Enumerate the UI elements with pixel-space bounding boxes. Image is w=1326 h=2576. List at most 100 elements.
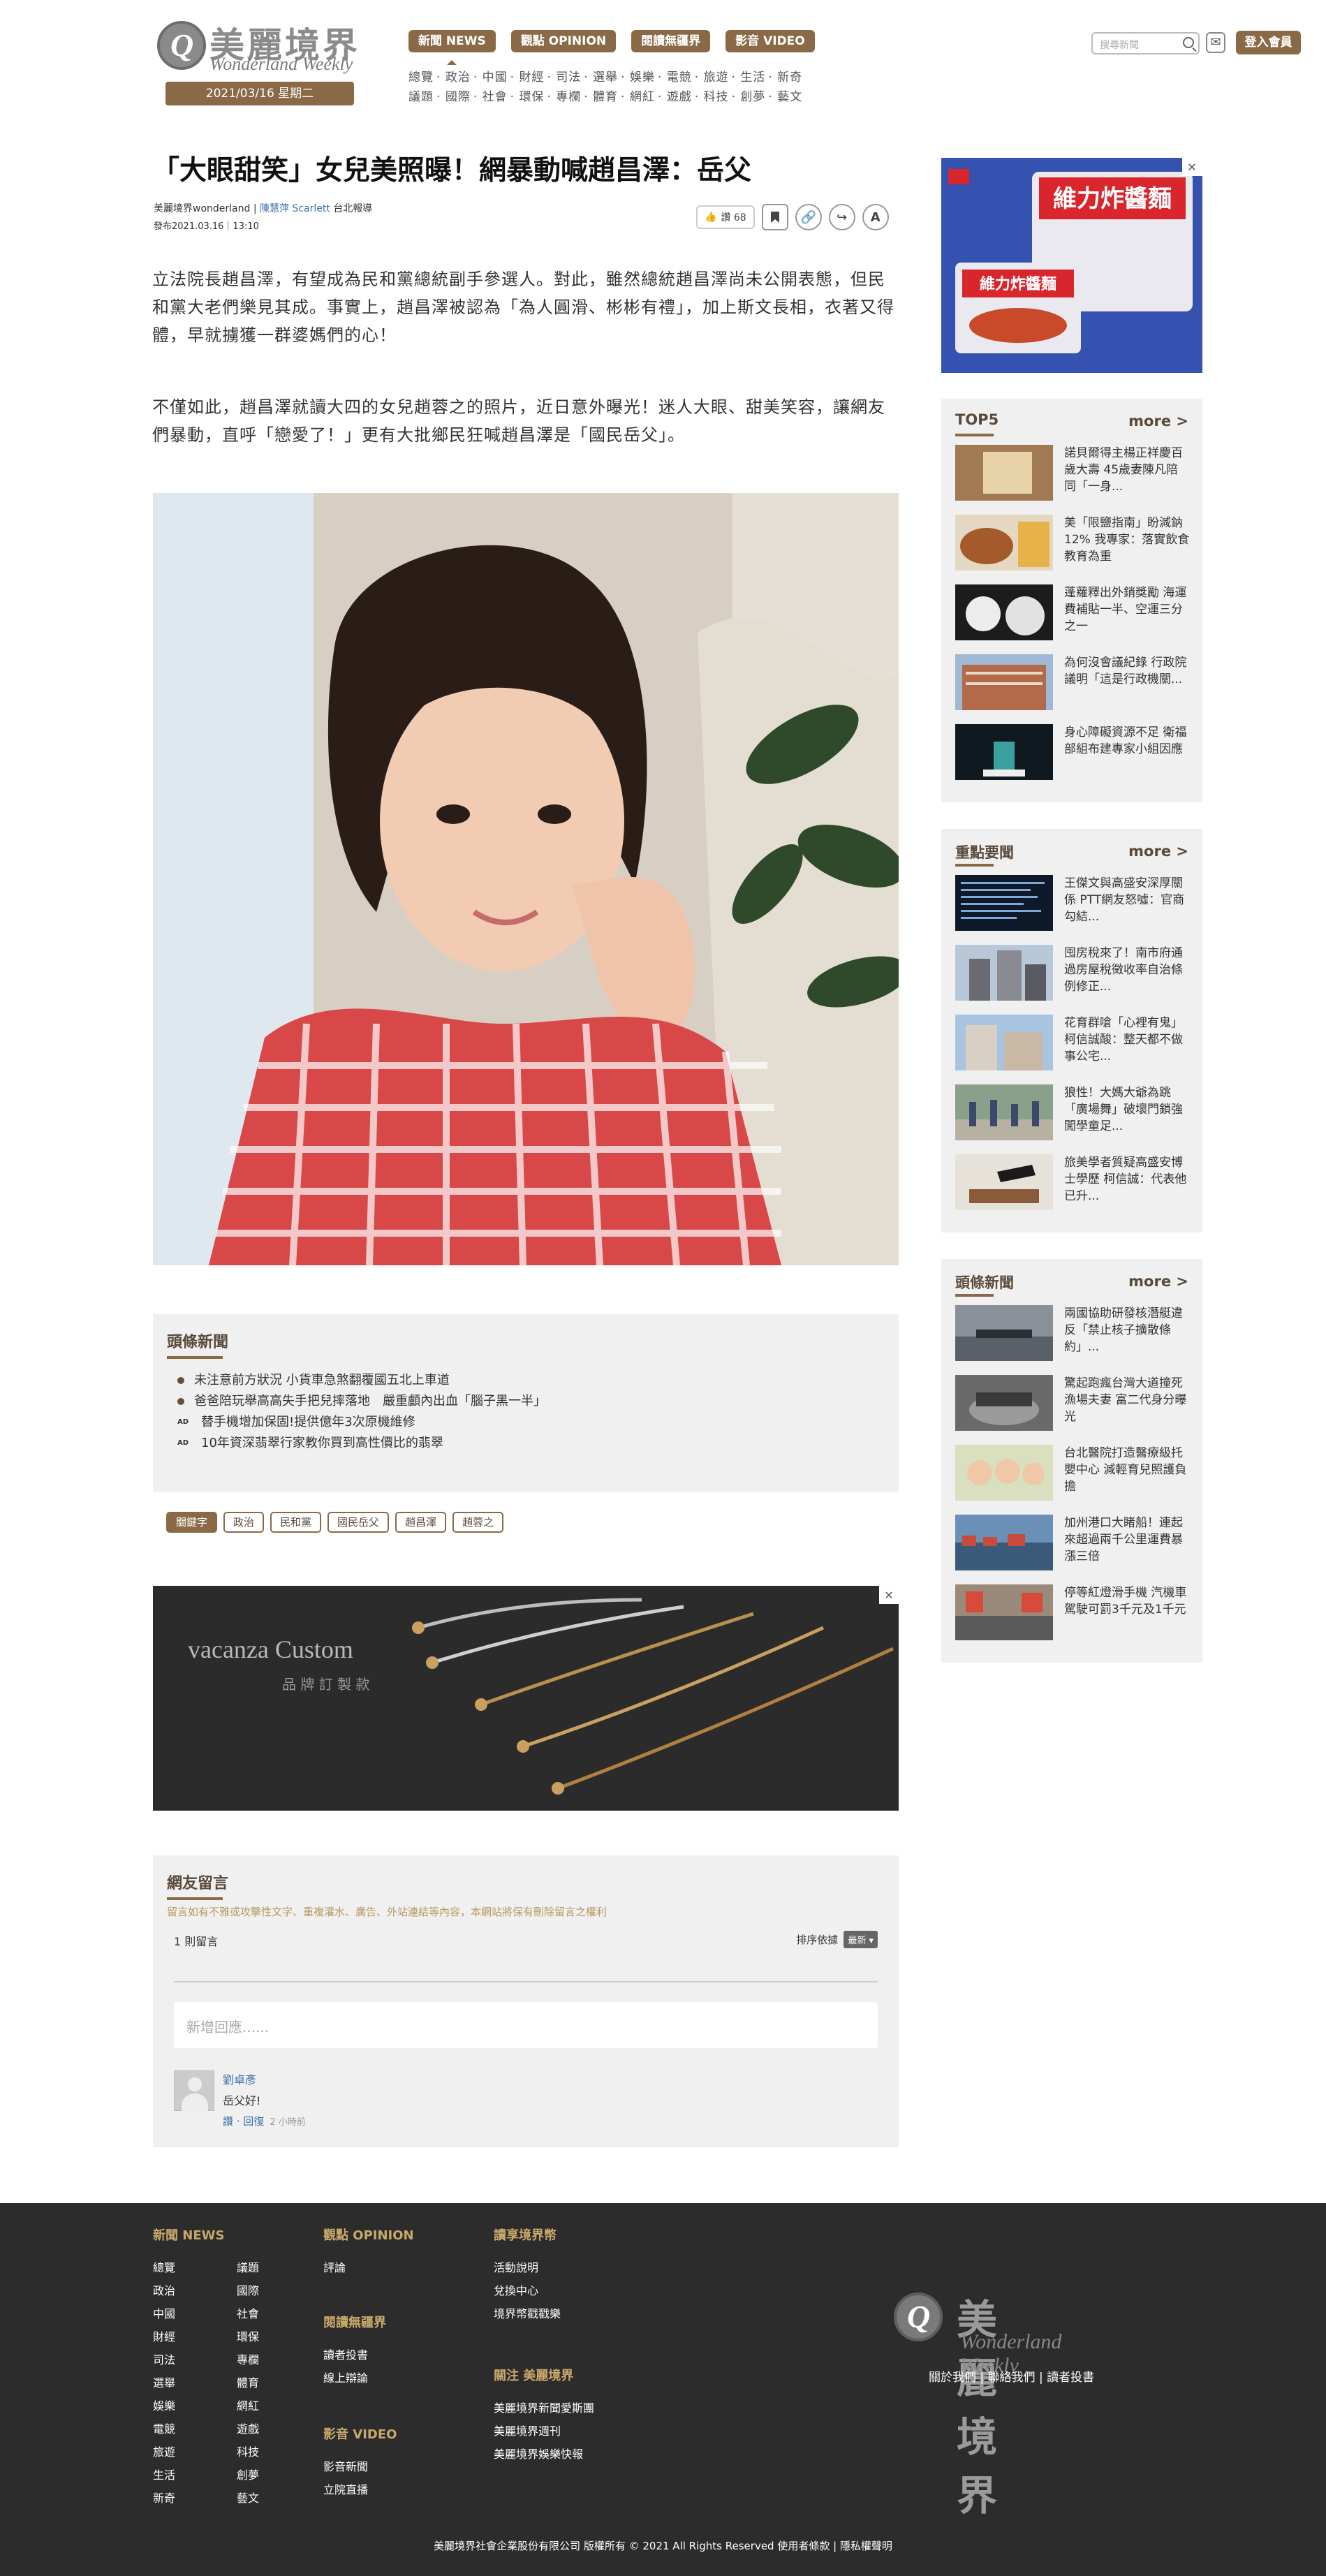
share-icon[interactable]: ↪	[828, 204, 855, 230]
like-button[interactable]: 👍 讚 68	[696, 205, 755, 229]
subnav-item[interactable]: 電競	[667, 71, 692, 84]
focus-item[interactable]: 旅美學者質疑高盛安博士學歷 柯信誠：代表他已升...	[955, 1154, 1193, 1214]
footer-link[interactable]: 美麗境界週刊	[494, 2420, 594, 2443]
footer-link[interactable]: 活動說明	[494, 2256, 594, 2279]
footer-link[interactable]: 美麗境界新聞愛斯團	[494, 2397, 594, 2420]
footer-link[interactable]: 社會	[237, 2302, 307, 2325]
comment-input[interactable]: 新增回應......	[174, 2002, 878, 2048]
footer-link[interactable]: 網紅	[237, 2394, 307, 2417]
search-input[interactable]: 搜尋新聞	[1091, 32, 1200, 54]
subnav-item[interactable]: 環保	[519, 90, 544, 104]
footer-link[interactable]: 娛樂	[153, 2394, 237, 2417]
tag[interactable]: 政治	[223, 1512, 265, 1533]
footer-link[interactable]: 評論	[323, 2256, 414, 2279]
tag[interactable]: 民和黨	[270, 1512, 322, 1533]
footer-link[interactable]: 新奇	[153, 2487, 237, 2510]
tag[interactable]: 趙昌澤	[395, 1512, 447, 1533]
headline-side-item[interactable]: 停等紅燈滑手機 汽機車駕駛可罰3千元及1千元	[955, 1584, 1193, 1644]
headline-side-item[interactable]: 驚起跑瘋台灣大道撞死漁場夫妻 富二代身分曝光	[955, 1375, 1193, 1435]
subnav-item[interactable]: 總覽	[408, 71, 434, 84]
subnav-item[interactable]: 國際	[445, 90, 471, 104]
nav-video[interactable]: 影音 VIDEO	[725, 30, 815, 52]
footer-link[interactable]: 電競	[153, 2417, 237, 2441]
headline-side-item[interactable]: 兩國協助研發核潛艇違反「禁止核子擴散條約」...	[955, 1305, 1193, 1365]
subnav-item[interactable]: 專欄	[556, 90, 581, 104]
site-logo[interactable]: 美麗境界 Wonderland Weekly 2021/03/16 星期二	[157, 17, 367, 105]
sidebar-ad[interactable]: 維力炸醬麵 維力炸醬麵 ✕	[941, 158, 1202, 373]
subnav-item[interactable]: 藝文	[777, 90, 802, 104]
login-button[interactable]: 登入會員	[1236, 31, 1301, 54]
footer-link[interactable]: 創夢	[237, 2464, 307, 2487]
link-icon[interactable]: 🔗	[795, 204, 822, 230]
footer-link[interactable]: 體育	[237, 2371, 307, 2394]
subnav-item[interactable]: 政治	[445, 71, 471, 84]
footer-link[interactable]: 中國	[153, 2302, 237, 2325]
footer-link[interactable]: 兌換中心	[494, 2279, 594, 2302]
footer-link[interactable]: 線上辯論	[323, 2367, 414, 2390]
top5-item[interactable]: 身心障礙資源不足 衛福部組布建專家小組因應	[955, 724, 1193, 784]
focus-item[interactable]: 狼性！大媽大爺為跳「廣場舞」破壞門鎖強闖學童足...	[955, 1084, 1193, 1145]
subnav-item[interactable]: 選舉	[593, 71, 618, 84]
subnav-item[interactable]: 娛樂	[630, 71, 655, 84]
subnav-item[interactable]: 社會	[482, 90, 508, 104]
nav-news[interactable]: 新聞 NEWS	[408, 30, 496, 65]
subnav-item[interactable]: 生活	[740, 71, 765, 84]
comment-actions[interactable]: 讚 · 回復 2 小時前	[223, 2114, 306, 2128]
footer-link[interactable]: 財經	[153, 2325, 237, 2348]
focus-more-link[interactable]: more >	[1128, 843, 1188, 860]
footer-link[interactable]: 政治	[153, 2279, 237, 2302]
ad-item[interactable]: AD 10年資深翡翠行家教你買到高性價比的翡翠	[177, 1433, 546, 1454]
subnav-item[interactable]: 司法	[556, 71, 581, 84]
footer-link[interactable]: 藝文	[237, 2487, 307, 2510]
subnav-item[interactable]: 體育	[593, 90, 618, 104]
subnav-item[interactable]: 創夢	[740, 90, 765, 104]
footer-link[interactable]: 司法	[153, 2348, 237, 2371]
ad-item[interactable]: AD 替手機增加保固!提供億年3次原機維修	[177, 1412, 546, 1433]
article-author[interactable]: 陳慧萍 Scarlett	[260, 203, 330, 214]
subnav-item[interactable]: 科技	[704, 90, 729, 104]
subnav-item[interactable]: 遊戲	[667, 90, 692, 104]
side-headlines-more-link[interactable]: more >	[1128, 1273, 1188, 1290]
footer-link[interactable]: 環保	[237, 2325, 307, 2348]
headline-side-item[interactable]: 台北醫院打造醫療級托嬰中心 減輕育兒照護負擔	[955, 1445, 1193, 1505]
footer-about-links[interactable]: 關於我們 | 聯絡我們 | 讀者投書	[929, 2367, 1094, 2385]
footer-link[interactable]: 美麗境界娛樂快報	[494, 2443, 594, 2466]
top5-item[interactable]: 諾貝爾得主楊正祥慶百歲大壽 45歲妻陳凡陪同「一身...	[955, 445, 1193, 505]
footer-link[interactable]: 議題	[237, 2256, 307, 2279]
footer-link[interactable]: 生活	[153, 2464, 237, 2487]
top5-more-link[interactable]: more >	[1128, 413, 1188, 429]
footer-link[interactable]: 專欄	[237, 2348, 307, 2371]
footer-link[interactable]: 立院直播	[323, 2478, 414, 2501]
tag[interactable]: 趙蓉之	[452, 1512, 504, 1533]
subnav-item[interactable]: 旅遊	[704, 71, 729, 84]
subnav-item[interactable]: 網紅	[630, 90, 655, 104]
subnav-item[interactable]: 新奇	[777, 71, 802, 84]
subnav-item[interactable]: 中國	[482, 71, 508, 84]
footer-link[interactable]: 國際	[237, 2279, 307, 2302]
focus-item[interactable]: 花育群嗆「心裡有鬼」柯信誠酸：整天都不做事公宅...	[955, 1015, 1193, 1075]
nav-opinion[interactable]: 觀點 OPINION	[510, 30, 617, 52]
nav-reading[interactable]: 閱讀無疆界	[631, 30, 711, 52]
footer-link[interactable]: 旅遊	[153, 2441, 237, 2464]
font-size-icon[interactable]: A	[862, 204, 889, 230]
top5-item[interactable]: 美「限鹽指南」盼減鈉12% 我專家：落實飲食教育為重	[955, 515, 1193, 575]
mail-icon[interactable]: ✉	[1206, 32, 1225, 53]
headline-item[interactable]: 爸爸陪玩舉高高失手把兒摔落地 嚴重顱內出血「腦子黑一半」	[177, 1391, 546, 1412]
headline-side-item[interactable]: 加州港口大睹船！連起來超過兩千公里運費暴漲三倍	[955, 1515, 1193, 1575]
comment-user[interactable]: 劉卓彥	[223, 2070, 256, 2087]
top5-item[interactable]: 蓬蘿釋出外銷獎勵 海運費補貼一半、空運三分之一	[955, 584, 1193, 645]
subnav-item[interactable]: 議題	[408, 90, 434, 104]
headline-item[interactable]: 未注意前方狀況 小貨車急煞翻覆國五北上車道	[177, 1370, 546, 1391]
ad-banner[interactable]: ✕ vacanza Custom 品 牌 訂 製 款	[153, 1586, 899, 1811]
footer-link[interactable]: 科技	[237, 2441, 307, 2464]
footer-link[interactable]: 影音新聞	[323, 2455, 414, 2478]
tag[interactable]: 國民岳父	[327, 1512, 390, 1533]
footer-link[interactable]: 境界幣戳戳樂	[494, 2302, 594, 2325]
footer-link[interactable]: 總覽	[153, 2256, 237, 2279]
focus-item[interactable]: 囤房稅來了！南市府通過房屋稅徵收率自治條例修正...	[955, 945, 1193, 1005]
focus-item[interactable]: 王傑文與高盛安深厚關係 PTT網友怒噓：官商勾結...	[955, 875, 1193, 935]
footer-link[interactable]: 遊戲	[237, 2417, 307, 2441]
top5-item[interactable]: 為何沒會議紀錄 行政院議明「這是行政機關...	[955, 654, 1193, 714]
search-icon[interactable]	[1183, 37, 1194, 48]
subnav-item[interactable]: 財經	[519, 71, 544, 84]
